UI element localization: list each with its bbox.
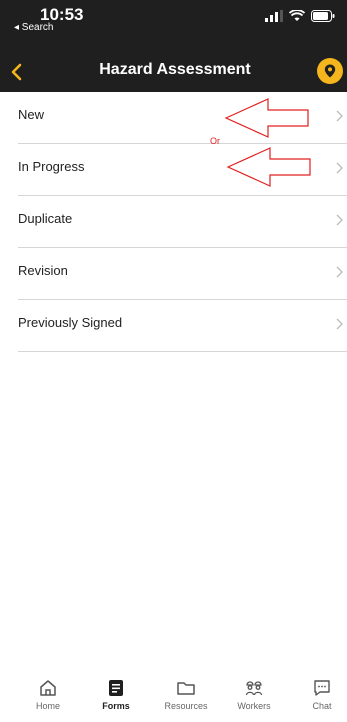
tab-workers[interactable]: Workers — [220, 678, 288, 711]
tab-label: Home — [35, 701, 60, 711]
chevron-left-icon — [11, 63, 22, 81]
tab-home[interactable]: Home — [14, 678, 82, 711]
tab-forms[interactable]: Forms — [82, 678, 150, 711]
list-item-label: Revision — [18, 263, 68, 278]
forms-icon — [109, 680, 123, 696]
back-to-search-link[interactable]: ◂ Search — [14, 22, 53, 33]
wifi-icon — [289, 10, 305, 21]
home-icon — [40, 680, 56, 696]
tab-label: Forms — [102, 701, 130, 711]
chevron-right-icon — [336, 214, 343, 226]
battery-icon — [311, 10, 335, 22]
list-item-in-progress[interactable]: In Progress — [18, 144, 347, 196]
tab-label: Resources — [164, 701, 208, 711]
list-item-label: Duplicate — [18, 211, 73, 226]
list-item-label: New — [18, 107, 45, 122]
signal-icon — [265, 10, 283, 22]
list-item-label: Previously Signed — [18, 315, 123, 330]
top-bar: 10:53 ◂ Search Hazard Assessment — [0, 0, 347, 92]
location-pin-icon — [324, 64, 336, 78]
workers-icon — [245, 681, 263, 696]
list-item-new[interactable]: New — [18, 92, 347, 144]
chevron-right-icon — [336, 266, 343, 278]
form-type-list: New In Progress Duplicate Revision Previ… — [18, 92, 347, 352]
list-item-revision[interactable]: Revision — [18, 248, 347, 300]
location-button[interactable] — [317, 58, 343, 84]
list-item-label: In Progress — [18, 159, 85, 174]
chevron-right-icon — [336, 110, 343, 122]
folder-icon — [177, 682, 195, 695]
chat-icon — [314, 680, 330, 696]
bottom-tab-bar: Home Forms Resources Workers Chat — [0, 674, 347, 722]
page-title: Hazard Assessment — [99, 61, 251, 78]
tab-chat[interactable]: Chat — [288, 678, 347, 711]
list-item-duplicate[interactable]: Duplicate — [18, 196, 347, 248]
list-item-previously-signed[interactable]: Previously Signed — [18, 300, 347, 352]
chevron-right-icon — [336, 162, 343, 174]
chevron-right-icon — [336, 318, 343, 330]
tab-label: Chat — [312, 701, 332, 711]
tab-label: Workers — [237, 701, 271, 711]
back-button[interactable] — [4, 58, 34, 88]
status-icons — [265, 10, 335, 22]
annotation-or-label: Or — [210, 136, 220, 146]
tab-resources[interactable]: Resources — [152, 678, 220, 711]
